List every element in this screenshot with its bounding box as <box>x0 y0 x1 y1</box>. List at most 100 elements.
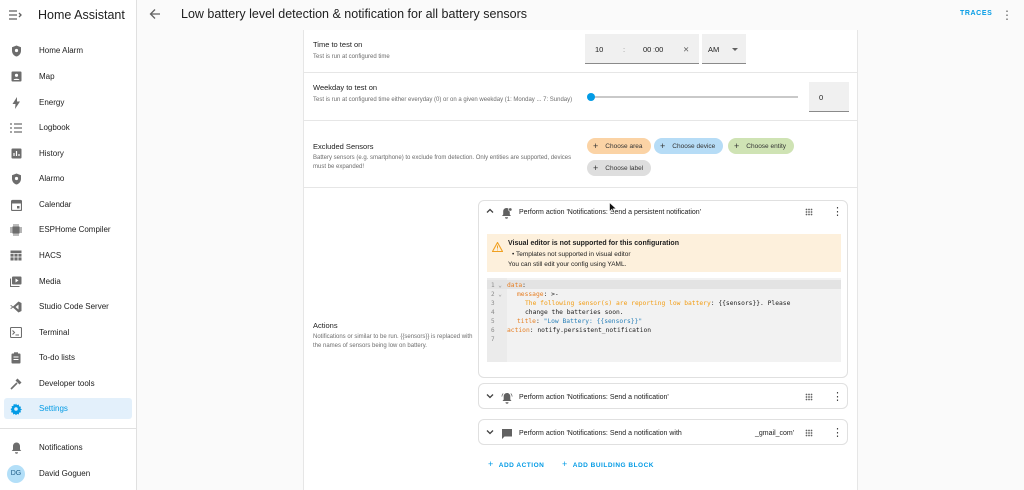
warning-icon <box>491 239 504 253</box>
weekday-slider-track[interactable] <box>590 96 798 98</box>
traces-button[interactable]: TRACES <box>960 10 992 17</box>
field-description: Notifications or similar to be run. {{se… <box>313 334 473 349</box>
action-card-send-notification: Perform action 'Notifications: Send a no… <box>478 383 848 409</box>
chip-label: Choose label <box>605 164 644 172</box>
action-header[interactable]: Perform action 'Notifications: Send a no… <box>479 384 847 408</box>
time-input[interactable]: 10 : 00 : 00 ✕ <box>585 34 699 64</box>
line-number: 1 ⌄ <box>491 282 502 289</box>
sidebar-item-label: Media <box>39 277 61 286</box>
clear-time-icon[interactable]: ✕ <box>683 45 689 54</box>
sidebar: Home Assistant Home Alarm Map Energy Log… <box>0 0 137 490</box>
sidebar-item-alarmo[interactable]: Alarmo <box>4 168 132 189</box>
sidebar-item-label: Map <box>39 72 55 81</box>
more-options-icon[interactable]: ⋮ <box>1001 8 1013 22</box>
chevron-down-icon[interactable] <box>486 428 495 437</box>
menu-toggle-icon[interactable] <box>8 8 22 22</box>
action-title: Perform action 'Notifications: Send a no… <box>519 430 682 437</box>
yaml-code-editor[interactable]: 1 ⌄ 2 ⌄ 3 4 5 6 7 data: message: >- The … <box>487 278 841 362</box>
actions-row: Actions Notifications or similar to be r… <box>304 188 857 490</box>
sidebar-item-studio-code-server[interactable]: Studio Code Server <box>4 296 132 317</box>
chip-label: Choose device <box>672 142 716 150</box>
weekday-number-input[interactable]: 0 <box>809 82 849 112</box>
drag-handle-icon[interactable] <box>805 393 815 403</box>
action-more-icon[interactable]: ⋮ <box>832 206 843 218</box>
sidebar-item-calendar[interactable]: Calendar <box>4 194 132 215</box>
sidebar-item-label: To-do lists <box>39 353 76 362</box>
warning-title: Visual editor is not supported for this … <box>508 240 679 247</box>
chevron-up-icon[interactable] <box>486 207 495 216</box>
sidebar-item-terminal[interactable]: Terminal <box>4 322 132 343</box>
ampm-select[interactable]: AM <box>702 34 746 64</box>
gear-icon <box>10 403 22 415</box>
sidebar-item-history[interactable]: History <box>4 143 132 164</box>
visual-editor-warning: Visual editor is not supported for this … <box>487 234 841 272</box>
sidebar-item-settings[interactable]: Settings <box>4 398 132 419</box>
sidebar-item-label: Logbook <box>39 123 70 132</box>
code-line: action: notify.persistent_notification <box>507 327 651 334</box>
field-title: Weekday to test on <box>313 83 378 92</box>
choose-device-chip[interactable]: + Choose device <box>654 138 724 154</box>
sidebar-item-todo[interactable]: To-do lists <box>4 347 132 368</box>
drag-handle-icon[interactable] <box>805 208 815 218</box>
bell-badge-icon <box>501 206 513 219</box>
hammer-icon <box>10 378 22 390</box>
excluded-sensors-row: Excluded Sensors Battery sensors (e.g. s… <box>304 121 857 188</box>
time-to-test-row: Time to test on Test is run at configure… <box>304 30 857 73</box>
minutes-field[interactable]: 00 <box>643 45 651 54</box>
chip-label: Choose entity <box>746 142 787 150</box>
yaml-text: : notify.persistent_notification <box>529 327 652 334</box>
sidebar-header: Home Assistant <box>0 0 136 30</box>
sidebar-item-user[interactable]: DG David Goguen <box>4 463 132 484</box>
sidebar-item-hacs[interactable]: HACS <box>4 245 132 266</box>
sidebar-item-esphome[interactable]: ESPHome Compiler <box>4 219 132 240</box>
sidebar-item-label: History <box>39 149 64 158</box>
sidebar-item-developer-tools[interactable]: Developer tools <box>4 373 132 394</box>
code-line: title: "Low Battery: {{sensors}}" <box>517 318 642 325</box>
line-number: 4 <box>491 309 495 316</box>
hacs-icon <box>10 250 22 262</box>
drag-handle-icon[interactable] <box>805 429 815 439</box>
sidebar-item-energy[interactable]: Energy <box>4 92 132 113</box>
action-header[interactable]: Perform action 'Notifications: Send a no… <box>479 420 847 444</box>
yaml-text: : >- <box>543 291 559 298</box>
yaml-string: The following sensor(s) are reporting lo… <box>525 300 711 307</box>
app-title: Home Assistant <box>38 8 125 22</box>
seconds-field[interactable]: 00 <box>655 45 663 54</box>
list-icon <box>10 122 22 134</box>
sidebar-item-media[interactable]: Media <box>4 271 132 292</box>
sidebar-item-logbook[interactable]: Logbook <box>4 117 132 138</box>
back-arrow-icon[interactable] <box>149 8 163 22</box>
add-action-button[interactable]: + ADD ACTION <box>488 459 544 469</box>
time-separator: : <box>623 45 626 54</box>
ampm-value: AM <box>708 45 720 54</box>
sidebar-item-home-alarm[interactable]: Home Alarm <box>4 40 132 61</box>
action-more-icon[interactable]: ⋮ <box>832 427 843 439</box>
action-header[interactable]: Perform action 'Notifications: Send a pe… <box>479 201 847 225</box>
action-more-icon[interactable]: ⋮ <box>832 391 843 403</box>
clipboard-icon <box>10 351 22 364</box>
top-bar: Low battery level detection & notificati… <box>137 0 1024 30</box>
sidebar-divider <box>0 428 136 429</box>
field-description: Battery sensors (e.g. smartphone) to exc… <box>313 155 572 170</box>
hours-field[interactable]: 10 <box>595 45 603 54</box>
chevron-down-icon[interactable] <box>486 392 495 401</box>
sidebar-item-label: Developer tools <box>39 379 95 388</box>
choose-label-chip[interactable]: + Choose label <box>587 160 652 176</box>
sidebar-item-map[interactable]: Map <box>4 66 132 87</box>
map-icon <box>10 71 22 83</box>
dropdown-caret-icon <box>732 48 738 51</box>
app-root: Home Assistant Home Alarm Map Energy Log… <box>0 0 1024 490</box>
sidebar-item-notifications[interactable]: Notifications <box>4 437 132 458</box>
add-building-block-label: ADD BUILDING BLOCK <box>572 462 654 469</box>
sidebar-item-label: Calendar <box>39 200 72 209</box>
sidebar-item-label: Home Alarm <box>39 46 84 55</box>
add-building-block-button[interactable]: + ADD BUILDING BLOCK <box>562 459 654 469</box>
terminal-icon <box>10 327 22 339</box>
choose-entity-chip[interactable]: + Choose entity <box>728 138 795 154</box>
plus-icon: + <box>562 459 568 469</box>
weekday-slider-thumb[interactable] <box>587 93 595 101</box>
choose-area-chip[interactable]: + Choose area <box>587 138 651 154</box>
current-line-highlight <box>487 280 841 289</box>
yaml-text: : {{sensors}}. Please <box>710 300 791 307</box>
line-number: 7 <box>491 336 495 343</box>
